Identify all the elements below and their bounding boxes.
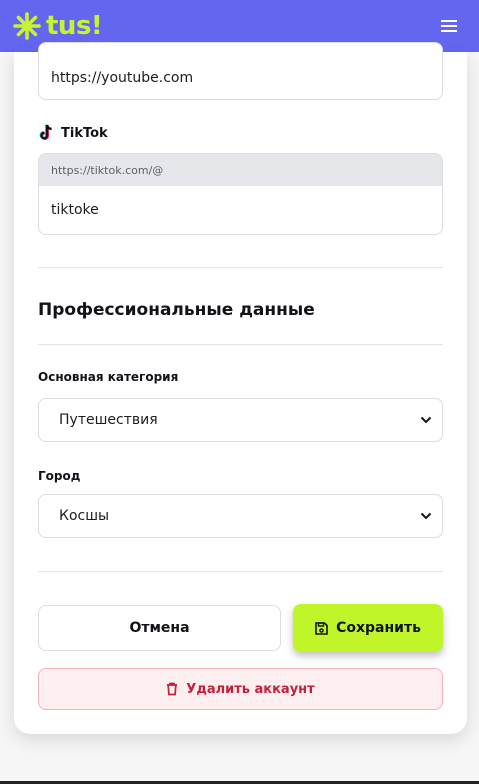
save-icon [315, 621, 328, 635]
city-select[interactable]: Косшы [38, 494, 443, 538]
profile-form-card: https://youtube.com TikTok https://tikto… [14, 42, 467, 734]
trash-icon [167, 682, 178, 696]
cancel-button[interactable]: Отмена [38, 605, 281, 651]
sparkle-icon [13, 12, 41, 40]
youtube-input[interactable]: https://youtube.com [39, 43, 442, 99]
tiktok-icon [39, 124, 52, 141]
category-select[interactable]: Путешествия [38, 398, 443, 442]
tiktok-label-text: TikTok [61, 125, 108, 141]
city-label: Город [38, 469, 81, 483]
tiktok-url-prefix: https://tiktok.com/@ [39, 154, 442, 186]
delete-account-label: Удалить аккаунт [186, 681, 315, 697]
tiktok-label: TikTok [38, 124, 108, 142]
title-divider [38, 344, 443, 345]
logo-text: tus! [46, 11, 103, 41]
chevron-down-icon [420, 512, 432, 520]
section-title: Профессиональные данные [38, 300, 315, 320]
tiktok-input[interactable]: tiktoke [39, 186, 442, 234]
section-divider [38, 267, 443, 268]
actions-divider [38, 571, 443, 572]
city-selected-value: Косшы [59, 508, 110, 524]
save-button-label: Сохранить [336, 620, 421, 636]
cancel-button-label: Отмена [129, 620, 190, 636]
chevron-down-icon [420, 416, 432, 424]
save-button[interactable]: Сохранить [293, 604, 443, 652]
hamburger-menu-icon [441, 20, 457, 32]
category-label: Основная категория [38, 370, 179, 384]
logo[interactable]: tus! [12, 11, 103, 41]
tiktok-field[interactable]: https://tiktok.com/@ tiktoke [38, 153, 443, 235]
menu-button[interactable] [439, 16, 459, 36]
youtube-field[interactable]: https://youtube.com [38, 42, 443, 100]
category-selected-value: Путешествия [59, 412, 158, 428]
delete-account-button[interactable]: Удалить аккаунт [38, 668, 443, 710]
